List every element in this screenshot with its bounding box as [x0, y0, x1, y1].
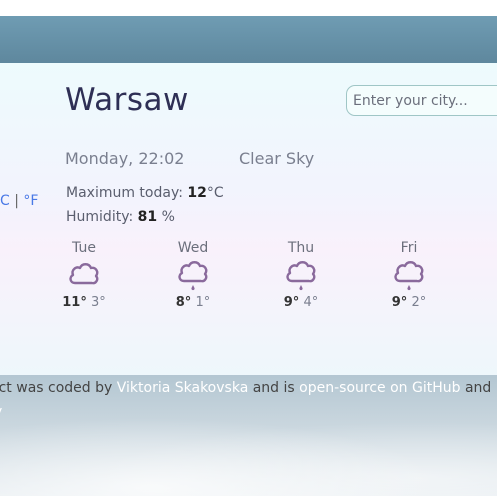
- city-name: Warsaw: [65, 82, 189, 118]
- footer-text: and: [460, 380, 492, 396]
- forecast-day: Fri 9° 2°: [379, 240, 439, 310]
- forecast-high: 9°: [391, 295, 408, 310]
- cloud-rain-icon: [286, 261, 316, 291]
- forecast-high: 9°: [283, 295, 300, 310]
- forecast-temps: 11° 3°: [54, 295, 114, 310]
- city-search-input[interactable]: [346, 85, 497, 116]
- forecast-day-name: Tue: [72, 240, 96, 256]
- footer-link-continued[interactable]: y: [0, 404, 2, 420]
- forecast-low: 1°: [195, 295, 211, 310]
- forecast-day-name: Fri: [400, 240, 418, 256]
- cloud-rain-icon: [394, 261, 424, 291]
- max-temperature: Maximum today: 12°C: [66, 185, 224, 201]
- footer-text: ect was coded by: [0, 380, 117, 396]
- forecast-low: 4°: [303, 295, 319, 310]
- forecast-day: Wed 8° 1°: [163, 240, 223, 310]
- forecast-day: Thu 9° 4°: [271, 240, 331, 310]
- footer-text: and is: [248, 380, 300, 396]
- unit-separator: |: [14, 193, 19, 209]
- humidity: Humidity: 81 %: [66, 209, 175, 225]
- forecast-low: 2°: [411, 295, 427, 310]
- forecast-high: 8°: [175, 295, 192, 310]
- forecast-temps: 9° 2°: [379, 295, 439, 310]
- max-temperature-unit: °C: [206, 185, 224, 201]
- forecast-temps: 8° 1°: [163, 295, 223, 310]
- unit-toggle: C | °F: [0, 193, 38, 209]
- cloud-rain-icon: [178, 261, 208, 291]
- footer-credit: ect was coded by Viktoria Skakovska and …: [0, 380, 491, 396]
- fahrenheit-link[interactable]: °F: [23, 193, 38, 209]
- cloud-icon: [69, 263, 99, 285]
- max-temperature-label: Maximum today:: [66, 185, 183, 201]
- max-temperature-value: 12: [187, 185, 207, 201]
- current-datetime: Monday, 22:02: [65, 149, 185, 168]
- celsius-link[interactable]: C: [0, 193, 10, 209]
- forecast-low: 3°: [90, 295, 106, 310]
- humidity-label: Humidity:: [66, 209, 134, 225]
- forecast-day-name: Wed: [177, 240, 209, 256]
- forecast-day: Tue 11° 3°: [54, 240, 114, 310]
- forecast-temps: 9° 4°: [271, 295, 331, 310]
- humidity-unit: %: [161, 209, 175, 225]
- forecast-high: 11°: [62, 295, 87, 310]
- humidity-value: 81: [137, 209, 158, 225]
- forecast-day-name: Thu: [287, 240, 315, 256]
- weather-description: Clear Sky: [239, 149, 315, 168]
- github-link[interactable]: open-source on GitHub: [299, 380, 460, 396]
- author-link[interactable]: Viktoria Skakovska: [117, 380, 249, 396]
